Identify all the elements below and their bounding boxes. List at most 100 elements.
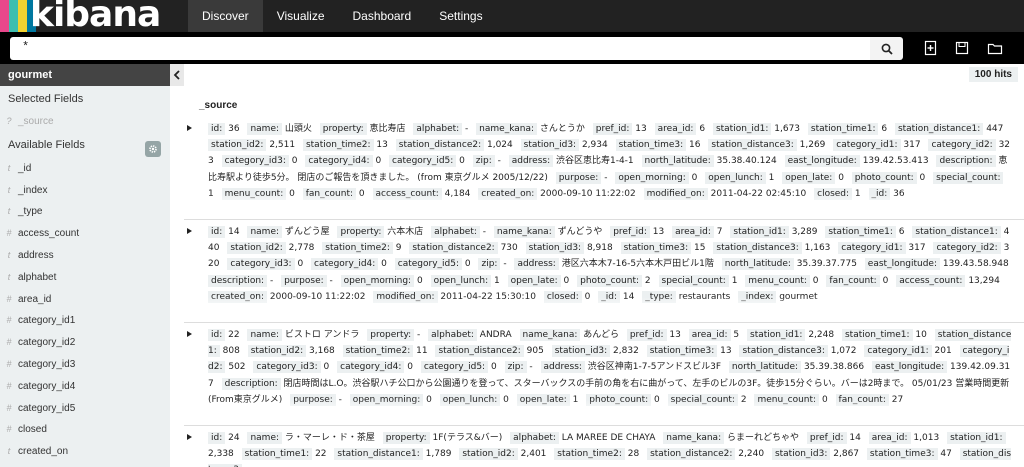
- source-field-value: 22: [312, 449, 327, 460]
- source-field-key: address:: [514, 258, 559, 271]
- source-field-value: 730: [497, 243, 518, 254]
- source-field-value: ラ・マーレ・ド・茶屋: [282, 433, 375, 443]
- document-row[interactable]: id: 14 name: ずんどう屋 property: 六本木店 alphab…: [184, 224, 1014, 311]
- results-header: 100 hits: [184, 64, 1024, 86]
- source-field: alphabet: LA MAREE DE CHAYA: [510, 432, 655, 444]
- source-field-key: station_distance2:: [435, 345, 524, 358]
- field-item[interactable]: t _type: [0, 201, 170, 223]
- nav-dashboard[interactable]: Dashboard: [339, 0, 426, 32]
- source-field: purpose: -: [555, 171, 607, 184]
- source-field-value: 15: [691, 243, 706, 254]
- expand-caret-icon[interactable]: [187, 434, 192, 440]
- field-item[interactable]: t _index: [0, 180, 170, 202]
- source-field-key: category_id5:: [420, 361, 489, 374]
- expand-caret-icon[interactable]: [187, 125, 192, 131]
- field-item[interactable]: # access_count: [0, 223, 170, 245]
- source-field-value: 502: [225, 362, 246, 373]
- source-field-key: station_time3:: [620, 242, 692, 255]
- field-item[interactable]: ? _source: [0, 111, 170, 133]
- source-field-key: id:: [208, 329, 226, 341]
- open-folder-icon[interactable]: [987, 40, 1003, 56]
- source-field-value: 317: [900, 140, 921, 151]
- nav-discover[interactable]: Discover: [188, 0, 263, 32]
- expand-caret-icon[interactable]: [187, 228, 192, 234]
- kibana-logo[interactable]: kibana: [0, 0, 188, 32]
- source-field-value: 11: [413, 346, 428, 357]
- source-field-value: 8,918: [584, 243, 613, 254]
- source-field: station_id2: 2,401: [459, 448, 546, 461]
- source-field-value: ビストロ アンドラ: [282, 330, 360, 340]
- source-field: east_longitude: 139.43.58.948: [864, 258, 1009, 271]
- source-field-value: 渋谷区神南1-7-5アンドスビル3F: [584, 362, 721, 373]
- source-field-value: 1,072: [827, 346, 857, 357]
- gear-icon: [149, 145, 157, 153]
- source-field-value: 0: [378, 259, 387, 270]
- source-field-key: description:: [936, 155, 996, 168]
- index-pattern-name[interactable]: gourmet: [0, 64, 170, 86]
- source-field-key: station_time2:: [302, 139, 374, 152]
- source-field-key: property:: [319, 123, 367, 135]
- field-item[interactable]: # category_id5: [0, 398, 170, 420]
- field-item[interactable]: t address: [0, 245, 170, 267]
- field-item[interactable]: # category_id3: [0, 354, 170, 376]
- save-icon[interactable]: [954, 40, 970, 56]
- source-field-value: 47: [937, 449, 952, 460]
- source-field-key: photo_count:: [577, 274, 643, 287]
- source-field-value: 0: [456, 156, 465, 167]
- field-item[interactable]: # closed: [0, 419, 170, 441]
- field-item[interactable]: # category_id4: [0, 376, 170, 398]
- source-field: station_distance2: 2,240: [647, 448, 764, 461]
- source-field-value: 6: [895, 227, 905, 237]
- field-sidebar: gourmet Selected Fields ? _source Availab…: [0, 64, 170, 467]
- source-field-key: name_kana:: [476, 123, 538, 135]
- source-field-key: open_lunch:: [705, 171, 766, 184]
- document-row[interactable]: id: 22 name: ビストロ アンドラ property: - alpha…: [184, 327, 1014, 414]
- truncation-fade: [184, 400, 1014, 414]
- field-item[interactable]: t alphabet: [0, 267, 170, 289]
- source-field-value: 14: [846, 433, 861, 443]
- source-field-key: station_id2:: [247, 345, 307, 358]
- field-item[interactable]: # category_id1: [0, 310, 170, 332]
- source-field-value: 447: [983, 124, 1004, 134]
- source-field: address: 港区六本木7-16-5六本木戸田ビル1階: [514, 258, 714, 271]
- search-button[interactable]: [870, 37, 903, 60]
- source-field-value: 317: [905, 243, 926, 254]
- document-row[interactable]: id: 24 name: ラ・マーレ・ド・茶屋 property: 1F(テラス…: [184, 430, 1014, 467]
- source-field: property: 六本木店: [337, 226, 423, 238]
- field-item[interactable]: t _id: [0, 158, 170, 180]
- field-item[interactable]: t created_on: [0, 441, 170, 463]
- source-field-value: 22: [225, 330, 240, 340]
- field-name: closed: [18, 424, 47, 436]
- source-field-key: area_id:: [654, 123, 697, 135]
- source-field-key: station_time3:: [866, 448, 938, 461]
- source-field-key: station_time2:: [322, 242, 393, 255]
- source-field-key: zip:: [504, 361, 527, 374]
- source-field-key: north_latitude:: [728, 361, 802, 374]
- source-field-value: 14: [225, 227, 240, 237]
- document-row[interactable]: id: 36 name: 山頭火 property: 恵比寿店 alphabet…: [184, 121, 1014, 208]
- new-search-icon[interactable]: [923, 40, 939, 56]
- source-field-value: -: [267, 275, 274, 286]
- source-field-key: station_time1:: [241, 448, 313, 461]
- source-column-header[interactable]: _source: [199, 100, 237, 111]
- source-field: category_id3: 0: [253, 361, 329, 374]
- source-field-key: station_time2:: [554, 448, 625, 461]
- expand-caret-icon[interactable]: [187, 331, 192, 337]
- source-field-value: 139.42.53.413: [859, 156, 929, 167]
- source-field: station_id1: 2,248: [747, 329, 834, 341]
- number-type-icon: #: [6, 380, 12, 391]
- source-field: property: 1F(テラス&バー): [382, 432, 502, 444]
- field-item[interactable]: # area_id: [0, 289, 170, 311]
- field-settings-button[interactable]: [145, 141, 161, 157]
- nav-visualize[interactable]: Visualize: [263, 0, 339, 32]
- search-input[interactable]: *: [10, 37, 870, 60]
- nav-settings[interactable]: Settings: [425, 0, 496, 32]
- source-field-key: property:: [367, 329, 415, 341]
- collapse-sidebar-button[interactable]: [170, 64, 184, 86]
- source-field-key: station_id1:: [712, 123, 772, 135]
- source-field-value: 28: [624, 449, 640, 460]
- source-field-key: station_id2:: [208, 139, 267, 152]
- field-item[interactable]: # category_id2: [0, 332, 170, 354]
- source-field: access_count: 13,294: [896, 274, 1000, 287]
- source-field-key: open_late:: [782, 171, 836, 184]
